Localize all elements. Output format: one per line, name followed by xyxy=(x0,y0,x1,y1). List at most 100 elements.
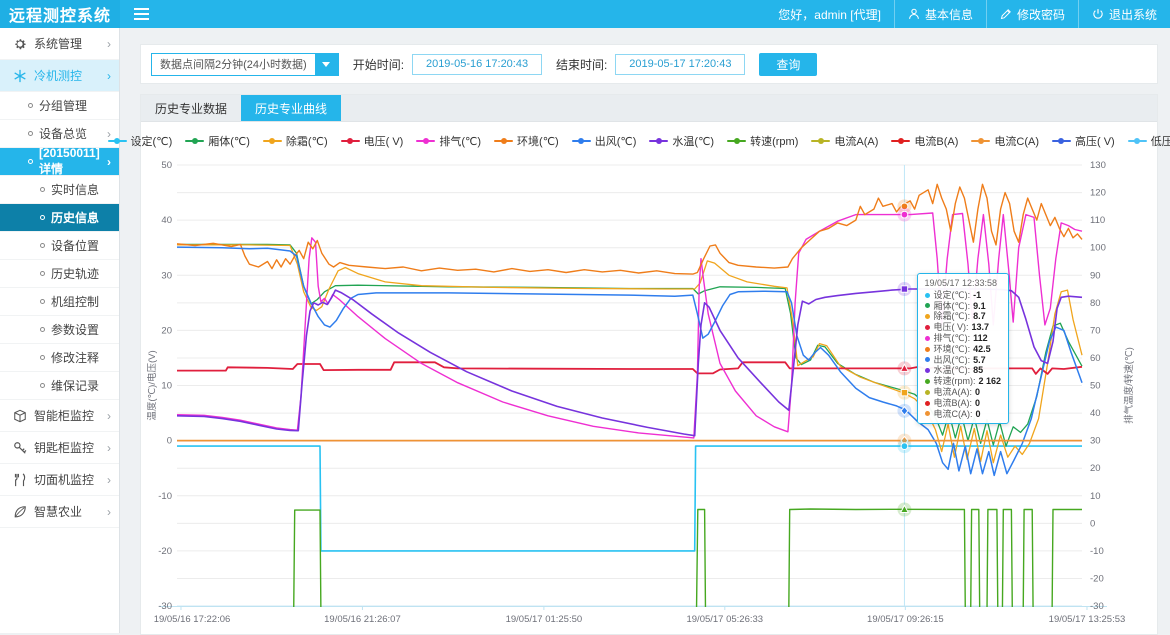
sidebar-nav: 系统管理›冷机测控›分组管理设备总览›[20150011]详情›实时信息历史信息… xyxy=(0,28,120,633)
legend-label: 排气(℃) xyxy=(439,133,481,149)
sidebar-item-label: 参数设置 xyxy=(51,321,99,338)
svg-text:0: 0 xyxy=(166,436,171,447)
hamburger-menu-icon[interactable] xyxy=(120,0,162,28)
chevron-right-icon: › xyxy=(107,409,111,423)
chart-area: 设定(℃)厢体(℃)除霜(℃)电压( V)排气(℃)环境(℃)出风(℃)水温(℃… xyxy=(141,122,1157,634)
svg-text:19/05/16 21:26:07: 19/05/16 21:26:07 xyxy=(324,614,401,625)
legend-line-dot-icon xyxy=(811,140,830,142)
chevron-right-icon: › xyxy=(107,155,111,169)
bullet-icon xyxy=(40,355,45,360)
user-icon xyxy=(908,8,920,20)
end-time-label: 结束时间: xyxy=(556,56,607,73)
sidebar-item-实时信息[interactable]: 实时信息 xyxy=(0,176,119,204)
legend-item-环境(℃)[interactable]: 环境(℃) xyxy=(494,133,559,149)
basic-info-button[interactable]: 基本信息 xyxy=(894,0,986,28)
sidebar-item-label: 智慧农业 xyxy=(34,503,82,520)
legend-line-dot-icon xyxy=(341,140,360,142)
sidebar-item-历史轨迹[interactable]: 历史轨迹 xyxy=(0,260,119,288)
chart-plot[interactable]: 19/05/17 12:33:58设定(℃):-1厢体(℃):9.1除霜(℃):… xyxy=(147,151,1152,634)
svg-text:-30: -30 xyxy=(1090,601,1104,612)
svg-text:90: 90 xyxy=(1090,270,1101,281)
sidebar-item-机组控制[interactable]: 机组控制 xyxy=(0,288,119,316)
sidebar-item-设备位置[interactable]: 设备位置 xyxy=(0,232,119,260)
sidebar-item-系统管理[interactable]: 系统管理› xyxy=(0,28,119,60)
query-button[interactable]: 查询 xyxy=(759,53,817,76)
grid-lines xyxy=(177,165,1082,606)
sidebar-item-切面机监控[interactable]: 切面机监控› xyxy=(0,464,119,496)
legend-label: 电流A(A) xyxy=(834,133,878,149)
utensils-icon xyxy=(13,473,27,487)
sidebar-item-[20150011]详情[interactable]: [20150011]详情› xyxy=(0,148,119,176)
series-转速(rpm) xyxy=(177,509,1082,612)
bullet-icon xyxy=(40,383,45,388)
sidebar-item-label: 切面机监控 xyxy=(34,471,94,488)
legend-item-电压( V)[interactable]: 电压( V) xyxy=(341,133,404,149)
bullet-icon xyxy=(40,243,45,248)
legend-label: 低压( V) xyxy=(1151,133,1170,149)
legend-line-dot-icon xyxy=(891,140,910,142)
legend-item-除霜(℃)[interactable]: 除霜(℃) xyxy=(263,133,328,149)
query-toolbar: 数据点间隔2分钟(24小时数据) 开始时间: 结束时间: 查询 xyxy=(140,44,1158,84)
svg-text:120: 120 xyxy=(1090,188,1106,199)
series-环境(℃) xyxy=(177,184,1082,274)
start-time-label: 开始时间: xyxy=(353,56,404,73)
sidebar-item-修改注释[interactable]: 修改注释 xyxy=(0,344,119,372)
svg-text:40: 40 xyxy=(1090,408,1101,419)
legend-item-设定(℃)[interactable]: 设定(℃) xyxy=(108,133,173,149)
legend-label: 设定(℃) xyxy=(131,133,173,149)
bullet-icon xyxy=(40,271,45,276)
legend-item-水温(℃)[interactable]: 水温(℃) xyxy=(649,133,714,149)
bullet-icon xyxy=(28,159,33,164)
bullet-icon xyxy=(40,299,45,304)
bullet-icon xyxy=(28,131,33,136)
sidebar-item-智能柜监控[interactable]: 智能柜监控 › xyxy=(0,400,119,432)
legend-label: 水温(℃) xyxy=(672,133,714,149)
logout-button[interactable]: 退出系统 xyxy=(1078,0,1170,28)
end-time-input[interactable] xyxy=(615,54,745,75)
sidebar-item-分组管理[interactable]: 分组管理 xyxy=(0,92,119,120)
tab-history-data[interactable]: 历史专业数据 xyxy=(141,95,241,121)
tab-history-curve[interactable]: 历史专业曲线 xyxy=(241,95,341,121)
legend-item-电流A(A)[interactable]: 电流A(A) xyxy=(811,133,878,149)
history-panel: 历史专业数据 历史专业曲线 设定(℃)厢体(℃)除霜(℃)电压( V)排气(℃)… xyxy=(140,94,1158,635)
cube-icon xyxy=(13,409,27,423)
legend-item-厢体(℃)[interactable]: 厢体(℃) xyxy=(185,133,250,149)
svg-text:10: 10 xyxy=(161,381,172,392)
sidebar-item-label: 智能柜监控 xyxy=(34,407,94,424)
y-axis-right-labels: -30-20-100102030405060708090100110120130 xyxy=(1090,160,1106,612)
sidebar-item-钥匙柜监控[interactable]: 钥匙柜监控› xyxy=(0,432,119,464)
tab-bar: 历史专业数据 历史专业曲线 xyxy=(141,95,1157,122)
history-curve-chart[interactable]: -30-20-1001020304050-30-20-1001020304050… xyxy=(147,151,1152,629)
bullet-icon xyxy=(40,187,45,192)
legend-item-出风(℃)[interactable]: 出风(℃) xyxy=(572,133,637,149)
leaf-icon xyxy=(13,505,27,519)
legend-label: 出风(℃) xyxy=(595,133,637,149)
app-title: 远程测控系统 xyxy=(0,0,120,28)
legend-item-低压( V)[interactable]: 低压( V) xyxy=(1128,133,1170,149)
interval-select[interactable]: 数据点间隔2分钟(24小时数据) xyxy=(151,53,339,76)
sidebar-item-参数设置[interactable]: 参数设置 xyxy=(0,316,119,344)
legend-label: 厢体(℃) xyxy=(208,133,250,149)
legend-item-转速(rpm)[interactable]: 转速(rpm) xyxy=(727,133,798,149)
chevron-right-icon: › xyxy=(107,69,111,83)
legend-item-排气(℃)[interactable]: 排气(℃) xyxy=(416,133,481,149)
sidebar-item-label: 分组管理 xyxy=(39,97,87,114)
change-password-button[interactable]: 修改密码 xyxy=(986,0,1078,28)
svg-text:50: 50 xyxy=(161,160,172,171)
series-group xyxy=(177,184,1082,611)
sidebar-item-智慧农业[interactable]: 智慧农业› xyxy=(0,496,119,528)
legend-item-高压( V)[interactable]: 高压( V) xyxy=(1052,133,1115,149)
sidebar-item-label: 设备总览 xyxy=(39,125,87,142)
svg-text:40: 40 xyxy=(161,215,172,226)
svg-text:110: 110 xyxy=(1090,215,1105,226)
sidebar-item-维保记录[interactable]: 维保记录 xyxy=(0,372,119,400)
sidebar-item-历史信息[interactable]: 历史信息 xyxy=(0,204,119,232)
sidebar-item-设备总览[interactable]: 设备总览› xyxy=(0,120,119,148)
svg-text:30: 30 xyxy=(161,270,172,281)
legend-item-电流C(A)[interactable]: 电流C(A) xyxy=(971,133,1039,149)
legend-line-dot-icon xyxy=(416,140,435,142)
legend-item-电流B(A)[interactable]: 电流B(A) xyxy=(891,133,958,149)
legend-line-dot-icon xyxy=(727,140,746,142)
start-time-input[interactable] xyxy=(412,54,542,75)
sidebar-item-冷机测控[interactable]: 冷机测控› xyxy=(0,60,119,92)
